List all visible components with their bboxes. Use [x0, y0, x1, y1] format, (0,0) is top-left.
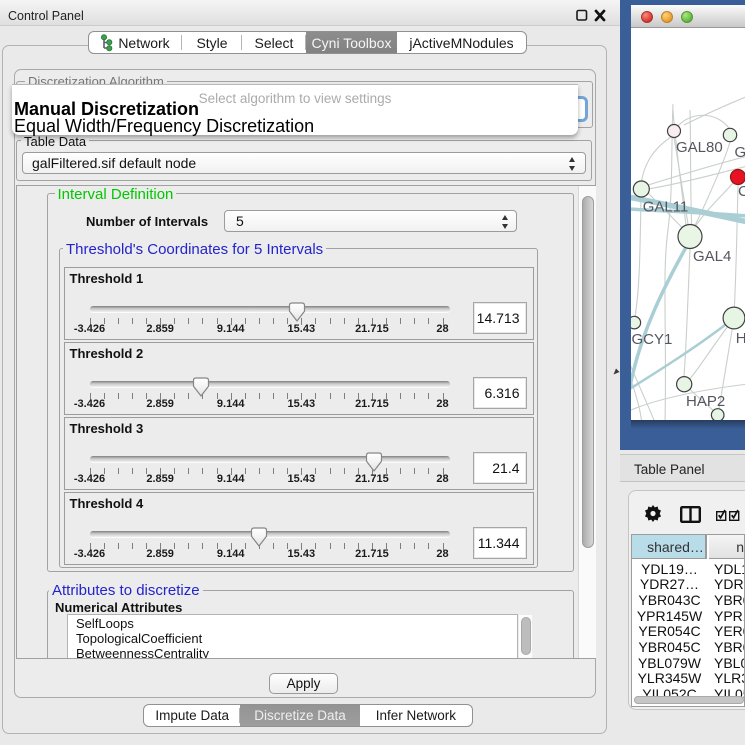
svg-text:H: H	[736, 330, 745, 347]
svg-text:GAL80: GAL80	[676, 139, 723, 156]
svg-text:GAL4: GAL4	[693, 248, 731, 265]
svg-text:GCY1: GCY1	[632, 331, 673, 348]
svg-text:GAL11: GAL11	[643, 199, 689, 216]
svg-text:G.: G.	[735, 144, 745, 161]
svg-text:HAP2: HAP2	[686, 393, 725, 410]
svg-text:C: C	[738, 183, 745, 200]
